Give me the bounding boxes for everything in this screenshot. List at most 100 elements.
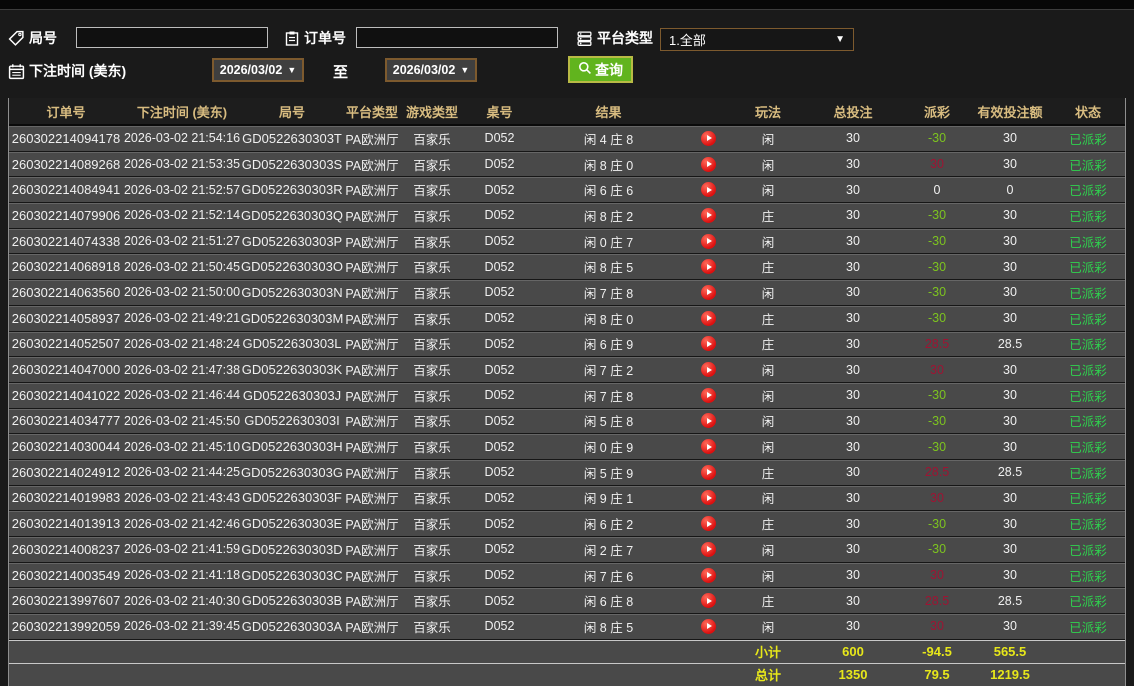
cell-game-no: GD0522630303E — [241, 516, 343, 532]
replay-button[interactable] — [700, 439, 716, 455]
table-row: 260302214074338 2026-03-02 21:51:27 GD05… — [9, 228, 1125, 255]
col-header-status: 状态 — [1074, 104, 1101, 120]
cell-total-bet: 30 — [846, 490, 860, 505]
cell-play: 闲 — [761, 364, 775, 379]
cell-total-bet: 30 — [846, 131, 860, 146]
cell-valid-bet: 30 — [1003, 490, 1017, 505]
cell-payout: -30 — [927, 516, 947, 531]
cell-replay — [681, 537, 735, 562]
cell-result: 闲 6 庄 9 — [583, 338, 634, 353]
query-button[interactable]: 查询 — [568, 56, 633, 83]
cell-payout: -30 — [927, 311, 947, 326]
cell-play: 庄 — [761, 209, 775, 224]
table-row: 260302214068918 2026-03-02 21:50:45 GD05… — [9, 254, 1125, 281]
cell-table-no: D052 — [484, 362, 515, 377]
replay-button[interactable] — [700, 233, 716, 249]
replay-button[interactable] — [700, 490, 716, 506]
cell-platform: PA欧洲厅 — [345, 158, 399, 173]
replay-button[interactable] — [700, 310, 716, 326]
cell-order-no: 260302214089268 — [11, 156, 121, 172]
table-row: 260302214019983 2026-03-02 21:43:43 GD05… — [9, 485, 1125, 512]
date-to-picker[interactable]: 2026/03/02 ▼ — [385, 58, 477, 82]
total-label: 总计 — [754, 668, 781, 684]
cell-table-no: D052 — [484, 182, 515, 197]
cell-platform: PA欧洲厅 — [345, 466, 399, 481]
replay-button[interactable] — [700, 284, 716, 300]
cell-game-no: GD0522630303R — [241, 182, 343, 198]
game-no-input[interactable] — [76, 27, 268, 48]
cell-result: 闲 7 庄 2 — [583, 364, 634, 379]
cell-total-bet: 30 — [846, 208, 860, 223]
replay-button[interactable] — [700, 541, 716, 557]
cell-result: 闲 5 庄 8 — [583, 415, 634, 430]
table-row: 260302214094178 2026-03-02 21:54:16 GD05… — [9, 126, 1125, 152]
chevron-down-icon: ▼ — [460, 65, 470, 75]
replay-button[interactable] — [700, 182, 716, 198]
cell-result: 闲 0 庄 9 — [583, 441, 634, 456]
cell-bet-time: 2026-03-02 21:45:50 — [123, 413, 241, 428]
cell-table-no: D052 — [484, 259, 515, 274]
cell-bet-time: 2026-03-02 21:52:14 — [123, 208, 241, 223]
cell-table-no: D052 — [484, 208, 515, 223]
total-payout: 79.5 — [924, 667, 950, 683]
subtotal-row: 小计 600 -94.5 565.5 — [9, 639, 1125, 663]
cell-total-bet: 30 — [846, 593, 860, 608]
replay-button[interactable] — [700, 130, 716, 146]
subtotal-label: 小计 — [754, 645, 781, 661]
play-icon — [706, 289, 712, 296]
cell-game-type: 百家乐 — [413, 518, 451, 533]
replay-button[interactable] — [700, 362, 716, 378]
replay-button[interactable] — [700, 413, 716, 429]
cell-replay — [681, 511, 735, 536]
cell-payout: 30 — [930, 362, 944, 377]
cell-table-no: D052 — [484, 131, 515, 146]
replay-button[interactable] — [700, 567, 716, 583]
replay-button[interactable] — [700, 618, 716, 634]
cell-play: 闲 — [761, 184, 775, 199]
cell-table-no: D052 — [484, 465, 515, 480]
cell-game-type: 百家乐 — [413, 312, 451, 327]
cell-total-bet: 30 — [846, 568, 860, 583]
cell-game-no: GD0522630303N — [241, 284, 343, 300]
server-stack-icon — [576, 30, 593, 47]
replay-button[interactable] — [700, 464, 716, 480]
cell-replay — [681, 460, 735, 485]
cell-bet-time: 2026-03-02 21:43:43 — [123, 490, 241, 505]
cell-play: 闲 — [761, 492, 775, 507]
cell-game-no: GD0522630303S — [241, 156, 343, 172]
order-no-input[interactable] — [356, 27, 558, 48]
table-row: 260302214063560 2026-03-02 21:50:00 GD05… — [9, 280, 1125, 306]
table-row: 260302214084941 2026-03-02 21:52:57 GD05… — [9, 177, 1125, 204]
replay-button[interactable] — [700, 387, 716, 403]
cell-platform: PA欧洲厅 — [345, 389, 399, 404]
replay-button[interactable] — [700, 259, 716, 275]
play-icon — [706, 572, 712, 579]
cell-total-bet: 30 — [846, 157, 860, 172]
cell-order-no: 260302214068918 — [11, 259, 121, 275]
cell-table-no: D052 — [484, 336, 515, 351]
cell-bet-time: 2026-03-02 21:50:00 — [123, 285, 241, 300]
date-from-picker[interactable]: 2026/03/02 ▼ — [212, 58, 304, 82]
replay-button[interactable] — [700, 336, 716, 352]
bet-records-table: 订单号 下注时间 (美东) 局号 平台类型 游戏类型 桌号 结果 玩法 总投注 … — [8, 98, 1126, 686]
replay-button[interactable] — [700, 207, 716, 223]
cell-game-type: 百家乐 — [413, 364, 451, 379]
cell-play: 闲 — [761, 620, 775, 635]
platform-type-select[interactable]: 1.全部 ▼ — [660, 28, 854, 51]
play-icon — [706, 597, 712, 604]
replay-button[interactable] — [700, 156, 716, 172]
search-icon — [578, 61, 592, 78]
replay-button[interactable] — [700, 516, 716, 532]
play-icon — [706, 263, 712, 270]
cell-order-no: 260302214052507 — [11, 336, 121, 352]
cell-payout: -30 — [927, 388, 947, 403]
cell-order-no: 260302214024912 — [11, 464, 121, 480]
cell-play: 庄 — [761, 595, 775, 610]
cell-platform: PA欧洲厅 — [345, 312, 399, 327]
table-row: 260302214024912 2026-03-02 21:44:25 GD05… — [9, 459, 1125, 486]
cell-game-type: 百家乐 — [413, 209, 451, 224]
cell-game-type: 百家乐 — [413, 595, 451, 610]
date-range-to-label: 至 — [333, 64, 349, 81]
replay-button[interactable] — [700, 593, 716, 609]
cell-total-bet: 30 — [846, 516, 860, 531]
